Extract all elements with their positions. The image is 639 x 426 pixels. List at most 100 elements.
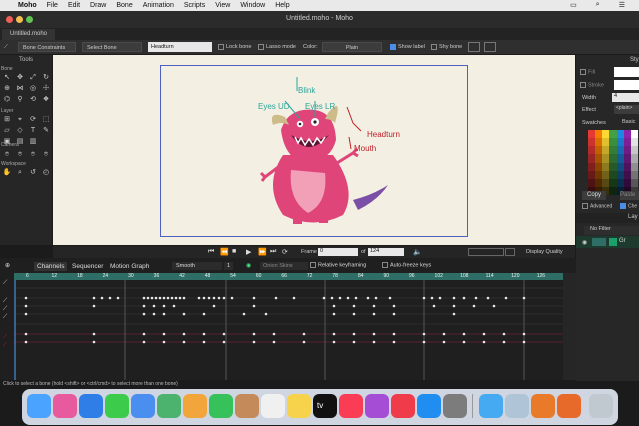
swatch-cell[interactable] bbox=[595, 130, 603, 139]
keyframe-dot[interactable] bbox=[522, 296, 526, 300]
color-dropdown[interactable]: Plain bbox=[322, 42, 382, 52]
total-frames-field[interactable]: 124 bbox=[368, 248, 404, 256]
keyframe-dot[interactable] bbox=[24, 332, 28, 336]
pan-tilt-camera-tool-icon[interactable]: ⌾ bbox=[41, 150, 51, 159]
select-bone-dropdown[interactable]: Select Bone bbox=[82, 42, 142, 52]
bone-label-blink[interactable]: Blink bbox=[298, 86, 316, 95]
keyframe-dot[interactable] bbox=[332, 304, 336, 308]
swatch-cell[interactable] bbox=[602, 146, 610, 155]
swatch-cell[interactable] bbox=[588, 154, 596, 163]
swatch-cell[interactable] bbox=[595, 178, 603, 187]
finder-icon[interactable] bbox=[27, 394, 51, 418]
keyframe-dot[interactable] bbox=[302, 332, 306, 336]
fill-color-swatch[interactable] bbox=[614, 67, 639, 77]
shear-layer-tool-icon[interactable]: ▱ bbox=[2, 126, 12, 135]
keyframe-dot[interactable] bbox=[152, 304, 156, 308]
fill-checkbox[interactable]: Fill bbox=[580, 69, 595, 75]
che-checkbox[interactable]: Che bbox=[620, 203, 637, 209]
keyframe-dot[interactable] bbox=[217, 296, 221, 300]
swatch-cell[interactable] bbox=[602, 178, 610, 187]
keyframe-dot[interactable] bbox=[207, 296, 211, 300]
offset-bone-tool-icon[interactable]: ⟲ bbox=[28, 95, 38, 104]
bone-strength-tool-icon[interactable]: ◎ bbox=[28, 84, 38, 93]
menu-scripts[interactable]: Scripts bbox=[184, 2, 205, 9]
swatch-cell[interactable] bbox=[602, 154, 610, 163]
keyframe-dot[interactable] bbox=[166, 296, 170, 300]
keyframe-dot[interactable] bbox=[202, 340, 206, 344]
eyedropper-tool-icon[interactable]: ✎ bbox=[41, 126, 51, 135]
keyframe-dot[interactable] bbox=[504, 296, 508, 300]
relative-keyframing-check[interactable] bbox=[310, 262, 316, 268]
keyframe-dot[interactable] bbox=[116, 296, 120, 300]
swatch-cell[interactable] bbox=[609, 170, 617, 179]
keyframe-dot[interactable] bbox=[252, 340, 256, 344]
character-artwork[interactable]: Blink Eyes UD Eyes LR Headturn Mouth bbox=[53, 55, 575, 245]
swatch-cell[interactable] bbox=[630, 178, 638, 187]
swatch-cell[interactable] bbox=[609, 130, 617, 139]
timeline-scrollbar[interactable] bbox=[563, 273, 576, 380]
messages-icon[interactable] bbox=[105, 394, 129, 418]
keyframe-dot[interactable] bbox=[252, 304, 256, 308]
swatch-cell[interactable] bbox=[616, 162, 624, 171]
bone-label-mouth[interactable]: Mouth bbox=[354, 144, 376, 153]
shy-bone-check[interactable] bbox=[431, 43, 437, 50]
keyframe-dot[interactable] bbox=[522, 332, 526, 336]
layer-scale-tool-icon[interactable]: ⬚ bbox=[41, 115, 51, 124]
transform-layer-tool-icon[interactable]: ⊞ bbox=[2, 115, 12, 124]
keyframe-dot[interactable] bbox=[522, 340, 526, 344]
search-icon[interactable]: ⌕ bbox=[596, 1, 600, 9]
keyframe-dot[interactable] bbox=[178, 296, 182, 300]
paste-button[interactable]: Paste bbox=[620, 191, 639, 200]
keyframe-dot[interactable] bbox=[392, 340, 396, 344]
swatch-cell[interactable] bbox=[609, 186, 617, 195]
menu-view[interactable]: View bbox=[215, 2, 230, 9]
keyframe-dot[interactable] bbox=[182, 312, 186, 316]
view-mode-button-2[interactable] bbox=[505, 248, 515, 256]
keyframe-tracks[interactable] bbox=[14, 280, 563, 380]
keyframe-dot[interactable] bbox=[142, 332, 146, 336]
keyframe-dot[interactable] bbox=[170, 296, 174, 300]
width-field[interactable]: 4 bbox=[612, 93, 639, 102]
swatch-cell[interactable] bbox=[609, 138, 617, 147]
keyframe-dot[interactable] bbox=[366, 296, 370, 300]
keyframe-dot[interactable] bbox=[430, 296, 434, 300]
swatch-cell[interactable] bbox=[609, 146, 617, 155]
keyframe-dot[interactable] bbox=[354, 296, 358, 300]
preview-icon[interactable] bbox=[505, 394, 529, 418]
tab-sequencer[interactable]: Sequencer bbox=[69, 262, 106, 271]
keyframe-dot[interactable] bbox=[182, 332, 186, 336]
document-tab[interactable]: Untitled.moho bbox=[2, 29, 56, 40]
keyframe-dot[interactable] bbox=[472, 304, 476, 308]
keyframe-dot[interactable] bbox=[92, 340, 96, 344]
volume-icon[interactable]: 🔈 bbox=[413, 248, 422, 256]
step-forward-icon[interactable]: ⏩ bbox=[258, 248, 267, 256]
menu-bone[interactable]: Bone bbox=[116, 2, 132, 9]
keyframe-dot[interactable] bbox=[162, 304, 166, 308]
swatch-cell[interactable] bbox=[588, 170, 596, 179]
keyframe-dot[interactable] bbox=[374, 296, 378, 300]
keyframe-dot[interactable] bbox=[222, 340, 226, 344]
menu-app-name[interactable]: Moho bbox=[18, 2, 37, 9]
keyframe-dot[interactable] bbox=[202, 296, 206, 300]
keyframe-dot[interactable] bbox=[142, 340, 146, 344]
swatch-cell[interactable] bbox=[588, 138, 596, 147]
keyframe-dot[interactable] bbox=[422, 332, 426, 336]
loop-icon[interactable]: ⟳ bbox=[282, 248, 288, 256]
keyframe-dot[interactable] bbox=[264, 312, 268, 316]
stroke-check[interactable] bbox=[580, 82, 586, 88]
stage-canvas[interactable]: Blink Eyes UD Eyes LR Headturn Mouth bbox=[53, 55, 575, 245]
keyframe-dot[interactable] bbox=[154, 296, 158, 300]
swatch-cell[interactable] bbox=[609, 178, 617, 187]
swatch-cell[interactable] bbox=[623, 146, 631, 155]
swatch-cell[interactable] bbox=[602, 138, 610, 147]
onion-skin-icon[interactable]: ◉ bbox=[246, 262, 251, 269]
safari-icon[interactable] bbox=[79, 394, 103, 418]
keyframe-dot[interactable] bbox=[332, 340, 336, 344]
keyframe-dot[interactable] bbox=[392, 312, 396, 316]
lasso-mode-checkbox[interactable]: Lasso mode bbox=[258, 42, 296, 52]
keyframe-dot[interactable] bbox=[202, 332, 206, 336]
swatch-cell[interactable] bbox=[630, 138, 638, 147]
stop-icon[interactable]: ■ bbox=[232, 248, 236, 255]
stroke-checkbox[interactable]: Stroke bbox=[580, 82, 604, 88]
keyframe-dot[interactable] bbox=[352, 332, 356, 336]
